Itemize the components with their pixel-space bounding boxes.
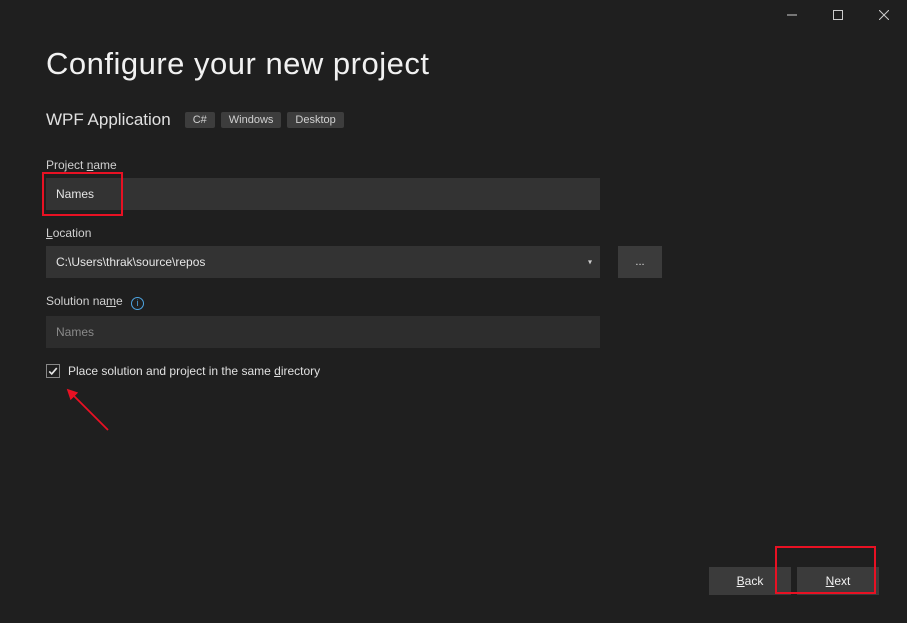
- close-button[interactable]: [861, 0, 907, 30]
- back-button[interactable]: Back: [709, 567, 791, 595]
- minimize-button[interactable]: [769, 0, 815, 30]
- location-input[interactable]: [46, 246, 600, 278]
- template-name: WPF Application: [46, 110, 171, 130]
- annotation-arrow-icon: [62, 384, 112, 434]
- page-title: Configure your new project: [46, 46, 861, 82]
- project-name-input[interactable]: [46, 178, 600, 210]
- titlebar: [0, 0, 907, 32]
- info-icon[interactable]: i: [131, 297, 144, 310]
- project-name-label: Project name: [46, 158, 861, 172]
- location-label: Location: [46, 226, 861, 240]
- same-directory-label: Place solution and project in the same d…: [68, 364, 320, 378]
- next-button[interactable]: Next: [797, 567, 879, 595]
- tag-desktop: Desktop: [287, 112, 343, 128]
- browse-button[interactable]: ...: [618, 246, 662, 278]
- solution-name-label: Solution name i: [46, 294, 861, 310]
- tag-windows: Windows: [221, 112, 282, 128]
- tag-csharp: C#: [185, 112, 215, 128]
- solution-name-input: [46, 316, 600, 348]
- template-summary: WPF Application C# Windows Desktop: [46, 110, 861, 130]
- same-directory-checkbox[interactable]: [46, 364, 60, 378]
- maximize-button[interactable]: [815, 0, 861, 30]
